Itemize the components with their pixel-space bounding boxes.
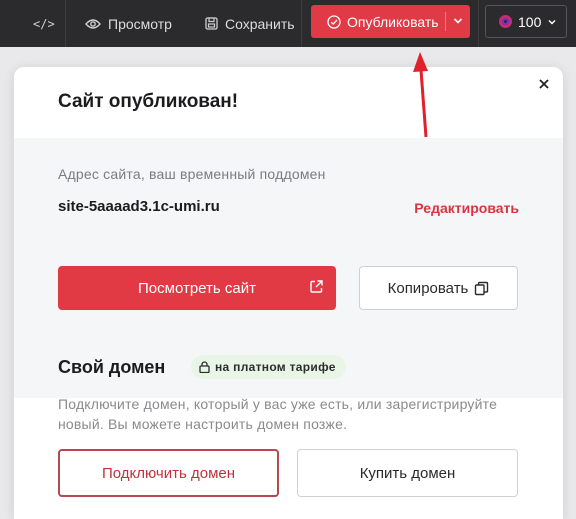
- save-icon: [205, 17, 218, 30]
- editor-toolbar: </> Просмотр Сохранить Опубликовать 100: [0, 0, 576, 47]
- external-link-icon: [310, 280, 323, 293]
- preview-button[interactable]: Просмотр: [85, 0, 172, 47]
- toolbar-divider: [301, 0, 302, 47]
- own-domain-title: Свой домен: [58, 357, 166, 377]
- edit-link[interactable]: Редактировать: [414, 200, 519, 216]
- own-domain-description: Подключите домен, который у вас уже есть…: [58, 396, 498, 432]
- check-circle-icon: [327, 14, 341, 29]
- chevron-down-icon: [548, 19, 556, 25]
- buy-domain-button[interactable]: Купить домен: [297, 449, 518, 497]
- publish-label: Опубликовать: [347, 13, 439, 30]
- close-icon[interactable]: [535, 75, 553, 93]
- zoom-value: 100: [518, 13, 542, 30]
- view-site-button[interactable]: Посмотреть сайт: [58, 266, 336, 310]
- publish-button[interactable]: Опубликовать: [311, 5, 470, 38]
- dialog-title: Сайт опубликован!: [58, 91, 239, 112]
- paid-plan-label: на платном тарифе: [215, 360, 336, 374]
- eye-icon: [85, 18, 101, 29]
- code-view-button[interactable]: </>: [33, 0, 55, 47]
- chevron-down-icon[interactable]: [452, 13, 464, 29]
- preview-label: Просмотр: [108, 15, 172, 32]
- save-button[interactable]: Сохранить: [205, 0, 295, 47]
- save-label: Сохранить: [225, 15, 295, 32]
- publish-divider: [445, 12, 446, 31]
- site-domain: site-5aaaad3.1c-umi.ru: [58, 198, 220, 215]
- copy-button[interactable]: Копировать: [359, 266, 518, 310]
- toolbar-divider: [478, 0, 479, 47]
- view-site-label: Посмотреть сайт: [138, 279, 256, 297]
- toolbar-divider: [65, 0, 66, 47]
- connect-domain-label: Подключить домен: [101, 464, 236, 482]
- publish-success-dialog: Сайт опубликован! Адрес сайта, ваш време…: [14, 67, 563, 519]
- code-icon: </>: [33, 16, 55, 31]
- zoom-selector[interactable]: 100: [485, 5, 567, 38]
- paid-plan-badge: на платном тарифе: [191, 355, 346, 379]
- copy-icon: [475, 281, 489, 295]
- lock-icon: [199, 361, 210, 373]
- copy-label: Копировать: [387, 279, 469, 297]
- address-label: Адрес сайта, ваш временный поддомен: [58, 166, 326, 182]
- zoom-ring-icon: [499, 15, 512, 28]
- buy-domain-label: Купить домен: [359, 464, 456, 482]
- connect-domain-button[interactable]: Подключить домен: [58, 449, 279, 497]
